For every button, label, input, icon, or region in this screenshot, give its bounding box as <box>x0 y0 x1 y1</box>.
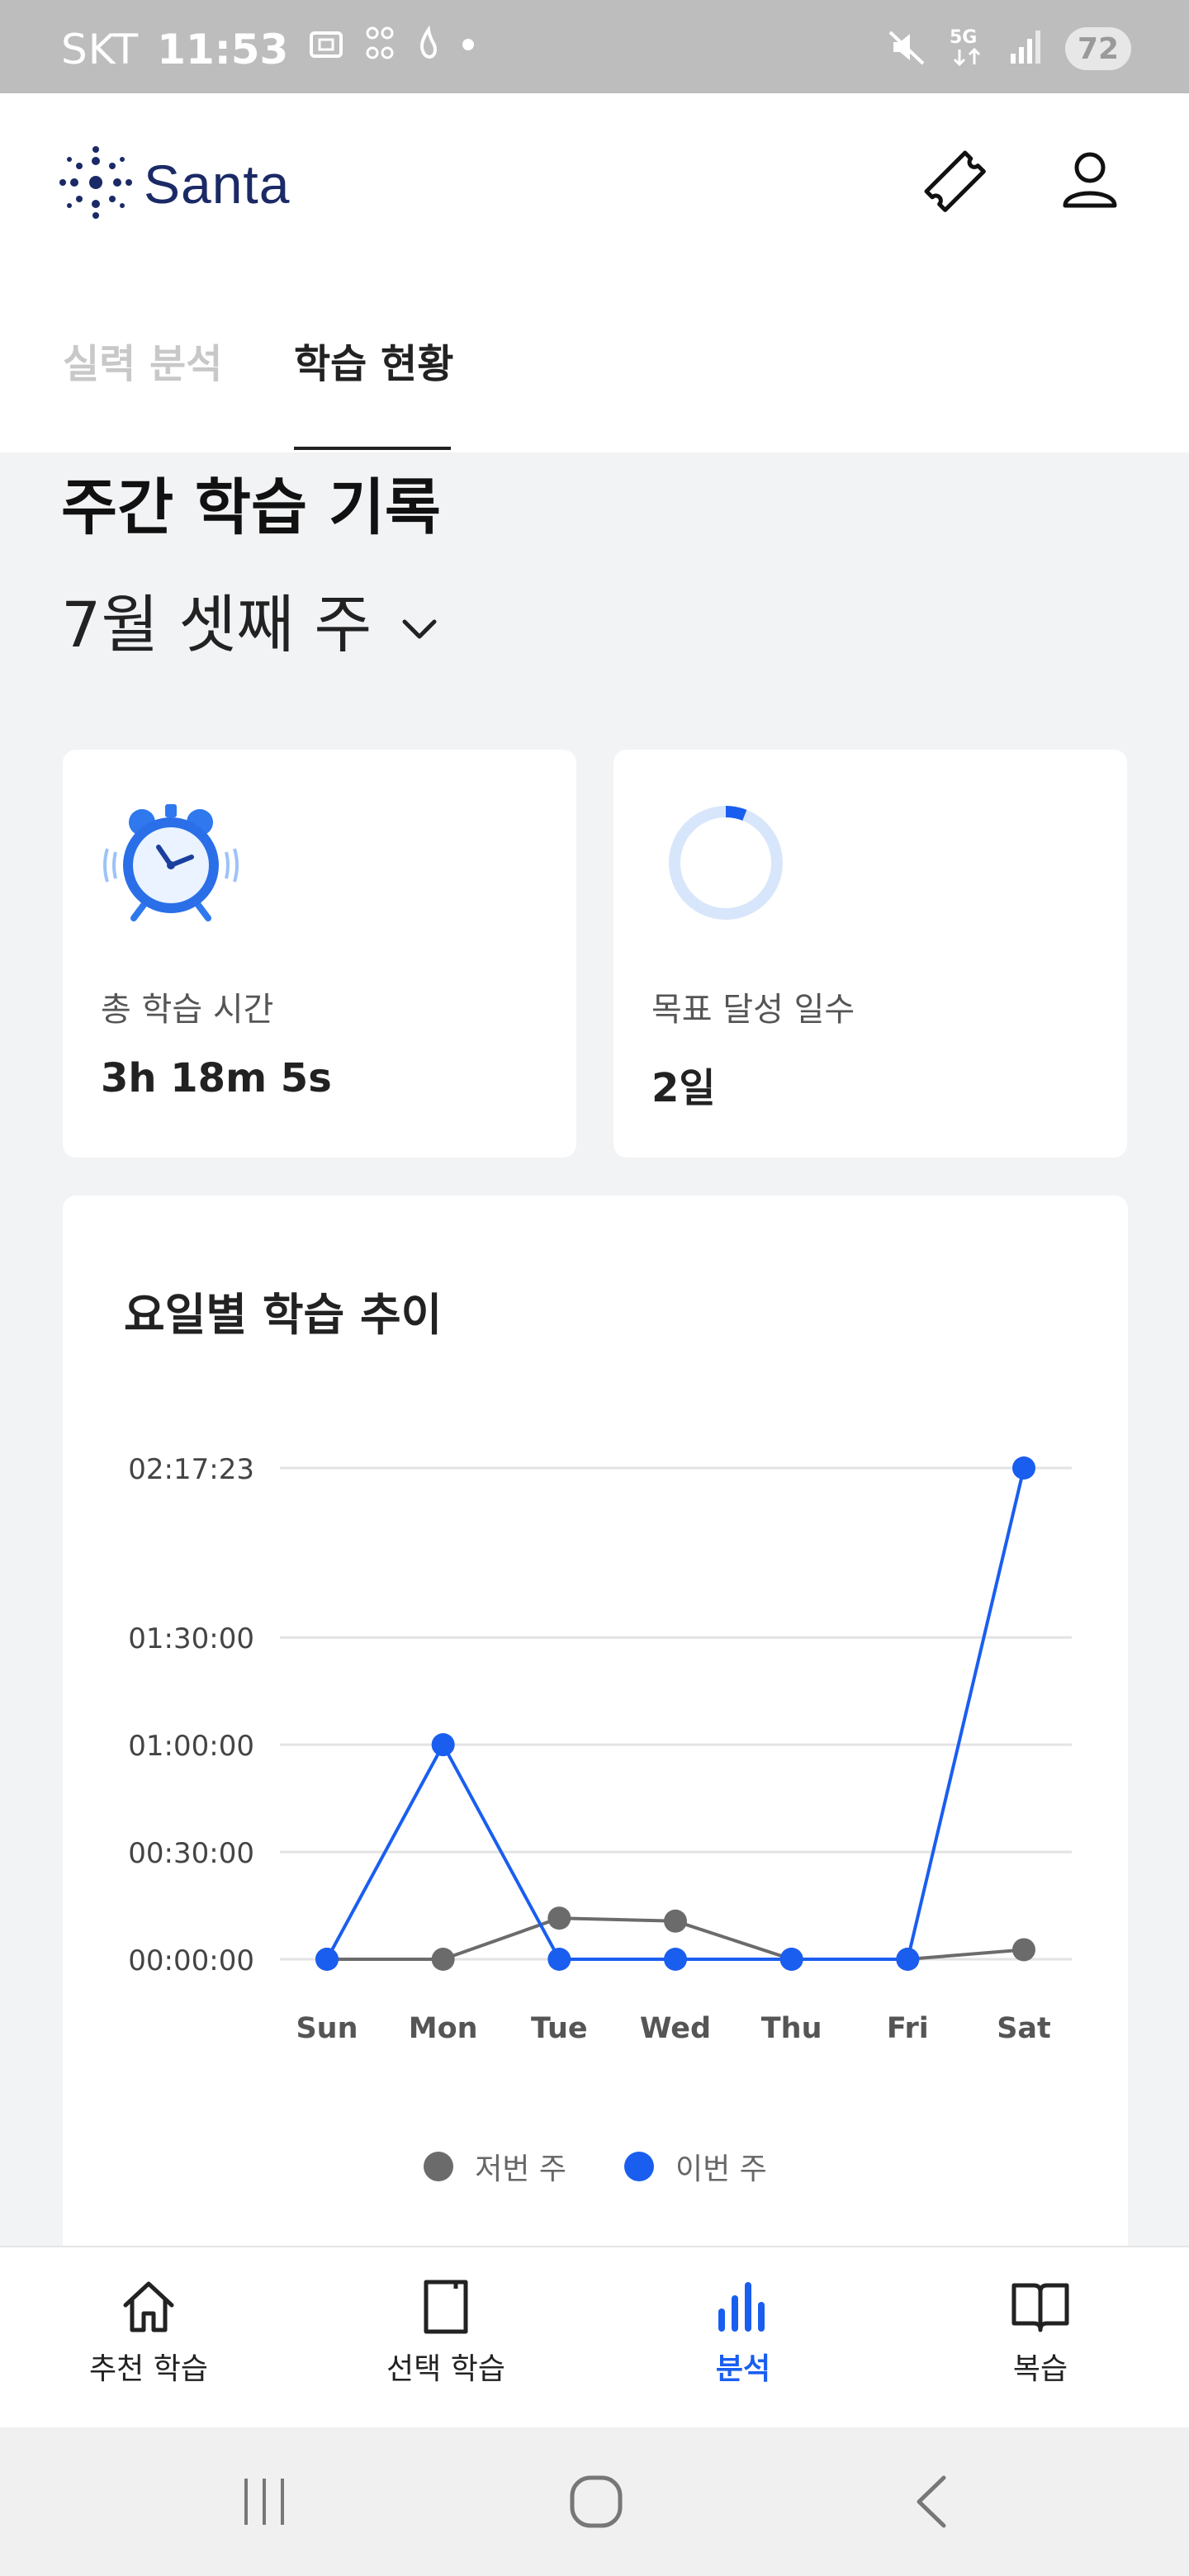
y-tick-label: 01:30:00 <box>128 1622 254 1655</box>
tab-skill-analysis[interactable]: 실력 분석 <box>63 324 222 452</box>
data-point-this-week <box>315 1948 339 1971</box>
home-system-button[interactable] <box>555 2469 637 2535</box>
data-point-this-week <box>1012 1456 1035 1480</box>
data-point-this-week <box>896 1948 920 1971</box>
chevron-down-icon <box>401 583 438 656</box>
x-tick-label: Thu <box>761 2012 822 2045</box>
profile-button[interactable] <box>1050 141 1130 220</box>
recent-apps-button[interactable] <box>223 2469 306 2535</box>
progress-ring-icon <box>651 799 792 923</box>
recent-apps-icon <box>244 2479 284 2525</box>
y-tick-label: 02:17:23 <box>128 1453 254 1486</box>
network-5g-icon: 5G <box>948 25 986 73</box>
nav-item-review[interactable]: 복습 <box>892 2277 1189 2388</box>
nav-label: 복습 <box>1012 2352 1068 2386</box>
back-button[interactable] <box>890 2469 973 2535</box>
x-tick-label: Tue <box>531 2012 588 2045</box>
ticket-button[interactable] <box>915 141 994 220</box>
carrier-label: SKT <box>61 26 140 73</box>
active-tab-indicator <box>294 447 451 450</box>
tab-learning-status[interactable]: 학습 현황 <box>294 324 453 452</box>
chart-legend: 저번 주 이번 주 <box>63 2145 1128 2188</box>
alarm-clock-icon <box>101 799 241 923</box>
book-icon <box>1011 2283 1069 2332</box>
data-point-last-week <box>1012 1938 1035 1962</box>
back-chevron-icon <box>917 2475 946 2528</box>
data-point-this-week <box>431 1733 455 1757</box>
nav-label: 선택 학습 <box>386 2352 505 2386</box>
data-point-last-week <box>431 1948 455 1971</box>
clock-time: 11:53 <box>157 26 289 73</box>
stat-label: 총 학습 시간 <box>101 991 274 1029</box>
signal-icon <box>1007 27 1044 70</box>
user-icon <box>1063 152 1117 208</box>
battery-indicator: 72 <box>1065 27 1131 70</box>
bar-chart-icon <box>718 2282 765 2332</box>
mute-icon <box>887 27 926 70</box>
week-label: 7월 셋째 주 <box>61 588 372 661</box>
weekly-trend-chart-card: 00:00:00 00:30:00 01:00:00 01:30:00 02:17:23… <box>63 1196 1128 2269</box>
network-label: 5G <box>950 27 977 48</box>
legend-label: 이번 주 <box>675 2152 767 2186</box>
home-icon <box>123 2281 174 2332</box>
stat-label: 목표 달성 일수 <box>651 991 855 1029</box>
x-tick-label: Sat <box>997 2012 1051 2045</box>
app-notification-icon <box>415 25 442 74</box>
system-navigation-bar <box>0 2427 1189 2576</box>
bottom-navigation: 추천 학습 선택 학습 분석 복습 <box>0 2246 1189 2427</box>
legend-item-this-week[interactable]: 이번 주 <box>624 2145 767 2188</box>
dot-icon <box>460 25 476 74</box>
legend-label: 저번 주 <box>475 2152 566 2186</box>
data-point-last-week <box>664 1909 687 1933</box>
santa-logo-mark-icon <box>59 143 132 225</box>
x-tick-label: Mon <box>409 2012 478 2045</box>
nav-label: 분석 <box>715 2352 771 2386</box>
nav-item-recommended[interactable]: 추천 학습 <box>0 2277 297 2388</box>
nav-item-selective[interactable]: 선택 학습 <box>297 2277 594 2388</box>
page-title: 주간 학습 기록 <box>61 472 442 543</box>
x-tick-label: Sun <box>296 2012 358 2045</box>
legend-dot-icon <box>624 2152 654 2181</box>
app-header: Santa 실력 분석 학습 현황 <box>0 93 1189 452</box>
stat-value: 3h 18m 5s <box>101 1055 332 1101</box>
total-study-time-card: 총 학습 시간 3h 18m 5s <box>63 750 576 1158</box>
data-point-last-week <box>547 1906 571 1930</box>
week-selector[interactable]: 7월 셋째 주 <box>61 574 438 665</box>
stat-value: 2일 <box>651 1065 716 1111</box>
nav-item-analysis[interactable]: 분석 <box>594 2277 892 2388</box>
data-point-this-week <box>664 1948 687 1971</box>
chart-title: 요일별 학습 추이 <box>124 1289 443 1341</box>
ticket-icon <box>924 150 986 212</box>
home-circle-icon <box>570 2475 623 2528</box>
y-tick-label: 00:30:00 <box>128 1837 254 1870</box>
data-point-this-week <box>547 1948 571 1971</box>
goal-days-card: 목표 달성 일수 2일 <box>613 750 1127 1158</box>
qr-icon <box>364 25 397 74</box>
santa-logo[interactable]: Santa <box>59 143 290 225</box>
legend-item-last-week[interactable]: 저번 주 <box>424 2145 566 2188</box>
brand-name: Santa <box>144 154 291 215</box>
nav-label: 추천 학습 <box>89 2352 208 2386</box>
data-point-this-week <box>779 1948 803 1971</box>
series-line-this-week <box>325 1467 1026 1961</box>
legend-dot-icon <box>424 2152 454 2181</box>
status-bar: SKT 11:53 5G 72 <box>0 0 1189 93</box>
y-tick-label: 00:00:00 <box>128 1944 254 1977</box>
notebook-icon <box>424 2280 468 2334</box>
y-tick-label: 01:00:00 <box>128 1730 254 1763</box>
x-tick-label: Fri <box>887 2012 929 2045</box>
x-tick-label: Wed <box>640 2012 711 2045</box>
screenshot-icon <box>306 25 346 74</box>
analysis-tabs: 실력 분석 학습 현황 <box>0 324 1189 452</box>
